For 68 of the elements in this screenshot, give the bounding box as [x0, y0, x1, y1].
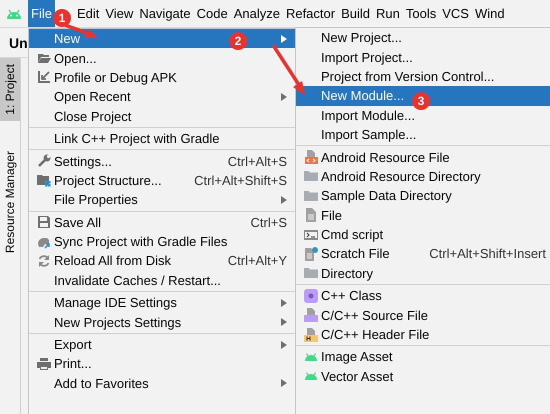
- open-folder-icon: [36, 51, 50, 66]
- header-file-icon: [304, 328, 318, 342]
- menu-item[interactable]: Save All Ctrl+S: [29, 212, 295, 232]
- menu-item[interactable]: C++ Class: [296, 286, 550, 306]
- menu-bar-item[interactable]: File: [28, 0, 55, 27]
- menu-item[interactable]: Image Asset: [296, 347, 550, 367]
- menu-item[interactable]: Import Sample...: [296, 124, 550, 144]
- menu-bar-item[interactable]: Tools: [402, 0, 440, 27]
- menu-item[interactable]: File Properties: [29, 190, 295, 210]
- menu-item[interactable]: Invalidate Caches / Restart...: [29, 270, 295, 290]
- menu-item[interactable]: C/C++ Header File: [296, 324, 550, 344]
- menu-bar-item[interactable]: Code: [194, 0, 231, 27]
- code-file-icon: [304, 150, 318, 164]
- menu-item[interactable]: Print...: [29, 354, 295, 374]
- menu-bar-item[interactable]: Edit: [74, 0, 102, 27]
- menu-item[interactable]: Directory: [296, 264, 550, 284]
- menu-item[interactable]: Scratch File Ctrl+Alt+Shift+Insert: [296, 244, 550, 264]
- menu-item[interactable]: Import Project...: [296, 47, 550, 67]
- android-icon: [304, 371, 318, 382]
- menu-item[interactable]: Sample Data Directory: [296, 186, 550, 206]
- source-file-icon: [304, 308, 318, 322]
- project-title: Un: [8, 34, 28, 50]
- menu-item[interactable]: Cmd script: [296, 224, 550, 244]
- tool-window-tab[interactable]: 1: Project: [0, 58, 20, 121]
- menu-bar-item[interactable]: VCS: [439, 0, 472, 27]
- wrench-icon: [36, 154, 50, 168]
- android-icon: [6, 8, 22, 20]
- menu-item[interactable]: Open...: [29, 48, 295, 68]
- menu-item[interactable]: New Project...: [296, 28, 550, 48]
- annotation-arrow: [272, 44, 305, 95]
- menu-item[interactable]: Sync Project with Gradle Files: [29, 232, 295, 252]
- menu-item[interactable]: Export: [29, 334, 295, 354]
- menu-item[interactable]: Project from Version Control...: [296, 66, 550, 86]
- menu-bar-item[interactable]: Analyze: [230, 0, 283, 27]
- menu-item[interactable]: Add to Favorites: [29, 374, 295, 394]
- menu-bar-item[interactable]: Wind: [472, 0, 508, 27]
- menu-item[interactable]: Reload All from Disk Ctrl+Alt+Y: [29, 251, 295, 271]
- menu-bar-item[interactable]: Build: [338, 0, 374, 27]
- menu-item[interactable]: Manage IDE Settings: [29, 293, 295, 312]
- menu-item[interactable]: Settings... Ctrl+Alt+S: [29, 151, 295, 171]
- menu-item[interactable]: Vector Asset: [296, 366, 550, 386]
- terminal-icon: [304, 228, 318, 242]
- menu-bar-item[interactable]: Run: [373, 0, 403, 27]
- android-icon: [304, 352, 318, 362]
- menu-item[interactable]: New Projects Settings: [29, 312, 295, 332]
- menu-item[interactable]: Link C++ Project with Gradle: [29, 128, 295, 148]
- menu-item[interactable]: Close Project: [29, 106, 295, 126]
- document-clock-icon: [304, 246, 318, 261]
- menu-item[interactable]: Profile or Debug APK: [29, 68, 295, 88]
- menu-bar-item[interactable]: View: [102, 0, 136, 27]
- menu-item[interactable]: File: [296, 206, 550, 225]
- corner-arrow-icon: [36, 70, 50, 84]
- menu-item[interactable]: Android Resource File: [296, 147, 550, 167]
- printer-icon: [36, 356, 50, 371]
- folder-icon: [304, 188, 318, 203]
- refresh-icon: [36, 254, 50, 268]
- class-icon: [304, 288, 318, 303]
- folder-icon: [304, 266, 318, 280]
- menu-item[interactable]: C/C++ Source File: [296, 305, 550, 325]
- folder-grid-icon: [36, 173, 50, 188]
- menu-bar-item[interactable]: Navigate: [136, 0, 194, 27]
- menu-item[interactable]: Project Structure... Ctrl+Alt+Shift+S: [29, 170, 295, 190]
- folder-icon: [304, 169, 318, 184]
- menu-item[interactable]: Android Resource Directory: [296, 166, 550, 186]
- tool-window-tab[interactable]: Resource Manager: [0, 144, 20, 259]
- menu-item[interactable]: Open Recent: [29, 87, 295, 107]
- menu-bar-item[interactable]: Refactor: [282, 0, 338, 27]
- document-icon: [304, 208, 318, 222]
